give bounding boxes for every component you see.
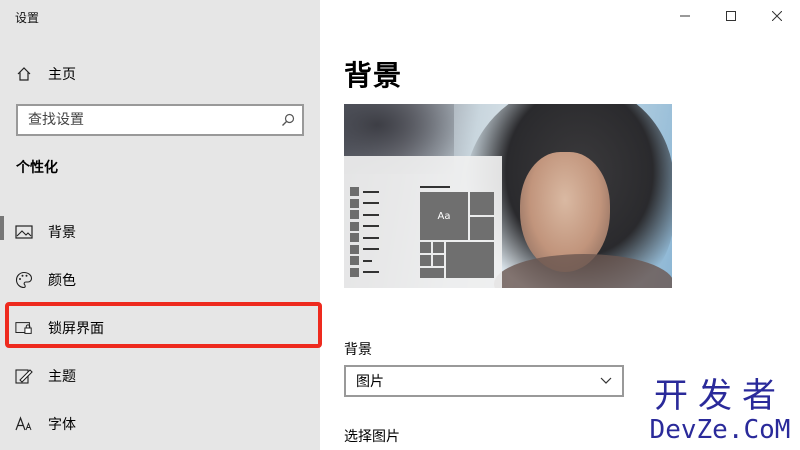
- window-controls: [662, 0, 800, 32]
- page-title: 背景: [344, 59, 403, 92]
- theme-icon: [15, 367, 33, 385]
- watermark-en: DevZe.CoM: [649, 415, 791, 445]
- sidebar-item-label: 锁屏界面: [48, 321, 104, 337]
- background-type-select[interactable]: 图片: [344, 365, 624, 397]
- section-title: 个性化: [16, 160, 58, 176]
- sidebar-item-themes[interactable]: 主题: [0, 352, 320, 400]
- search-input[interactable]: [18, 106, 274, 134]
- sidebar-item-label: 颜色: [48, 273, 76, 289]
- sidebar-item-label: 主题: [48, 369, 76, 385]
- sidebar-item-label: 背景: [48, 225, 76, 241]
- font-icon: [15, 415, 33, 433]
- chevron-down-icon: [600, 373, 612, 389]
- minimize-button[interactable]: [662, 0, 708, 32]
- background-preview: Aa: [344, 104, 672, 288]
- window-title: 设置: [15, 11, 40, 25]
- home-icon: [16, 66, 32, 82]
- sidebar-item-background[interactable]: 背景: [0, 208, 320, 256]
- watermark-cn: 开发者: [654, 376, 786, 416]
- maximize-button[interactable]: [708, 0, 754, 32]
- watermark-logo: 开发者 DevZe.CoM: [640, 378, 800, 446]
- start-menu-preview: Aa: [344, 156, 502, 288]
- sidebar-item-colors[interactable]: 颜色: [0, 256, 320, 304]
- sidebar-item-home[interactable]: 主页: [0, 58, 320, 90]
- background-label: 背景: [344, 342, 372, 358]
- choose-picture-label: 选择图片: [344, 429, 400, 445]
- select-value: 图片: [356, 374, 384, 390]
- sidebar-item-label: 主页: [48, 67, 76, 83]
- sidebar: 设置 主页 个性化 背景 颜色 锁屏界面: [0, 0, 320, 450]
- sidebar-nav: 背景 颜色 锁屏界面 主题 字体: [0, 208, 320, 448]
- palette-icon: [15, 271, 33, 289]
- lock-screen-icon: [15, 319, 33, 337]
- close-button[interactable]: [754, 0, 800, 32]
- sidebar-item-label: 字体: [48, 417, 76, 433]
- picture-icon: [15, 223, 33, 241]
- sidebar-item-fonts[interactable]: 字体: [0, 400, 320, 448]
- search-icon[interactable]: [274, 106, 302, 134]
- search-box[interactable]: [16, 104, 304, 136]
- preview-tile: Aa: [420, 192, 468, 240]
- sidebar-item-lock-screen[interactable]: 锁屏界面: [0, 304, 320, 352]
